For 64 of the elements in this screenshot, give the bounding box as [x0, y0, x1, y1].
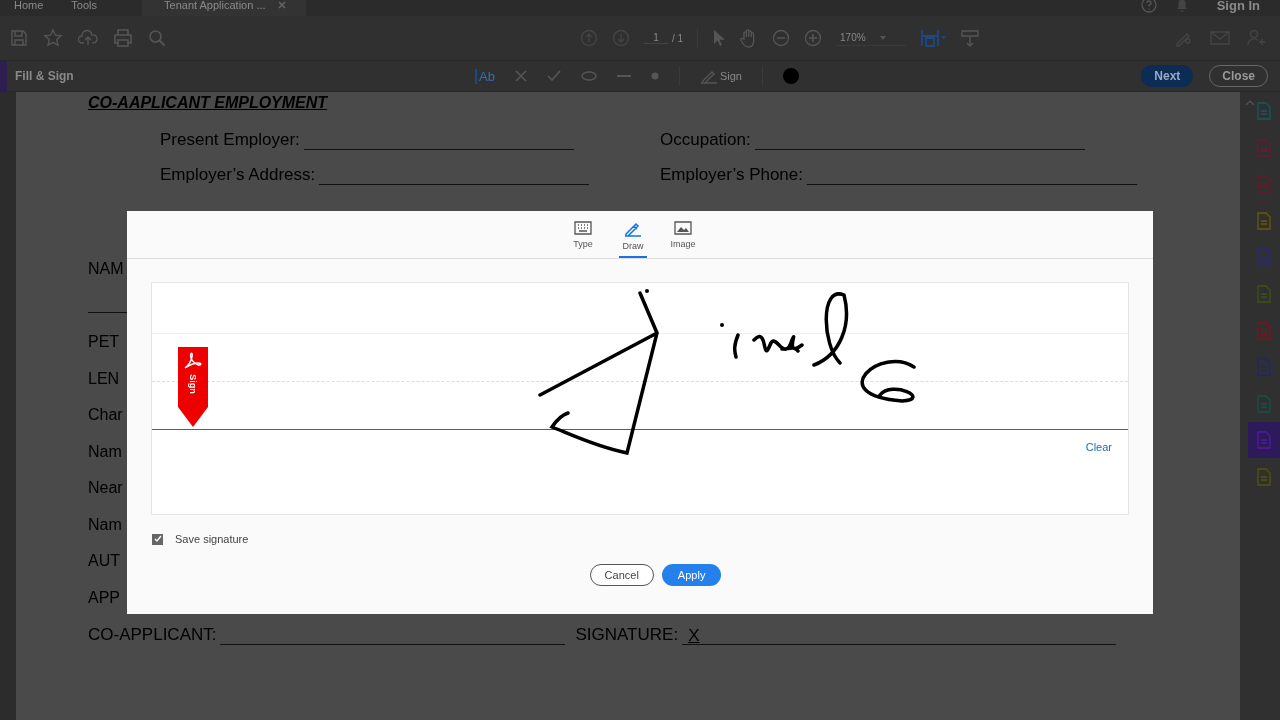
fit-page-icon[interactable] [920, 28, 947, 48]
sign-in-link[interactable]: Sign In [1216, 0, 1260, 13]
sign-here-flag: Sign [178, 347, 208, 427]
zoom-in-icon[interactable] [804, 29, 823, 47]
field-label: Employer’s Phone: [660, 164, 803, 185]
keyboard-icon [574, 221, 592, 235]
field-label: LEN [88, 369, 120, 389]
checkmark-icon[interactable] [546, 70, 561, 82]
pen-icon [624, 221, 642, 237]
signature-mark: X [688, 627, 700, 644]
field-label: CO-APPLICANT: [88, 625, 217, 645]
upload-icon[interactable] [78, 29, 98, 47]
color-swatch-icon[interactable] [782, 68, 799, 84]
sign-tool[interactable]: Sign [699, 68, 742, 84]
zoom-out-icon[interactable] [772, 29, 791, 47]
checkmark-icon [153, 535, 162, 543]
field-label: APP [88, 588, 120, 608]
line-icon[interactable] [616, 74, 631, 78]
field-label: Near [88, 479, 123, 498]
signature-tab[interactable]: Image [669, 211, 697, 258]
star-icon[interactable] [43, 28, 63, 48]
add-text-tool[interactable]: Ab [475, 68, 495, 84]
document-tab[interactable]: Tools [57, 0, 112, 16]
print-icon[interactable] [113, 29, 133, 47]
scroll-mode-icon[interactable] [960, 29, 981, 47]
tool-button[interactable] [1248, 422, 1280, 459]
save-icon[interactable] [10, 29, 28, 47]
pointer-icon[interactable] [712, 29, 727, 47]
page-number-field[interactable]: 1 [643, 32, 668, 44]
field-label: PET [88, 333, 120, 352]
section-heading: CO-AAPLICANT EMPLOYMENT [88, 94, 328, 113]
signature-canvas[interactable]: Sign Clear [151, 282, 1129, 515]
checkbox[interactable] [152, 533, 163, 545]
collapse-icon[interactable] [1246, 100, 1254, 105]
field-label: Occupation: [660, 129, 751, 150]
help-icon[interactable] [1140, 0, 1157, 13]
ellipse-icon[interactable] [580, 71, 597, 81]
document-tab[interactable]: Tenant Application ... [141, 0, 308, 16]
field-label: AUT [88, 552, 120, 571]
field-label: Nam [88, 442, 122, 462]
close-icon[interactable] [277, 1, 286, 9]
field-label: Char [88, 406, 123, 425]
search-icon[interactable] [148, 29, 166, 47]
field-label: NAM [88, 260, 124, 279]
field-label: SIGNATURE: [575, 625, 679, 645]
apply-button[interactable]: Apply [661, 564, 722, 586]
document-tab[interactable]: Home [0, 0, 58, 16]
zoom-dropdown[interactable]: 170% [836, 30, 907, 46]
dot-icon[interactable] [650, 72, 659, 80]
next-button[interactable]: Next [1141, 65, 1194, 87]
bell-icon[interactable] [1174, 0, 1189, 13]
cancel-button[interactable]: Cancel [589, 564, 654, 586]
signature-tab[interactable]: Type [569, 211, 597, 258]
field-label: Employer’s Address: [160, 164, 316, 185]
signature-tab[interactable]: Draw [619, 211, 647, 258]
page-total: / 1 [671, 32, 684, 44]
clear-link[interactable]: Clear [1085, 441, 1112, 453]
field-label: Present Employer: [160, 129, 300, 150]
cross-icon[interactable] [514, 70, 527, 82]
field-label: Nam [88, 515, 122, 535]
save-signature-checkbox[interactable]: Save signature [152, 533, 1153, 545]
image-icon [674, 221, 692, 235]
caret-icon [879, 35, 886, 40]
fill-sign-title: Fill & Sign [15, 69, 75, 83]
